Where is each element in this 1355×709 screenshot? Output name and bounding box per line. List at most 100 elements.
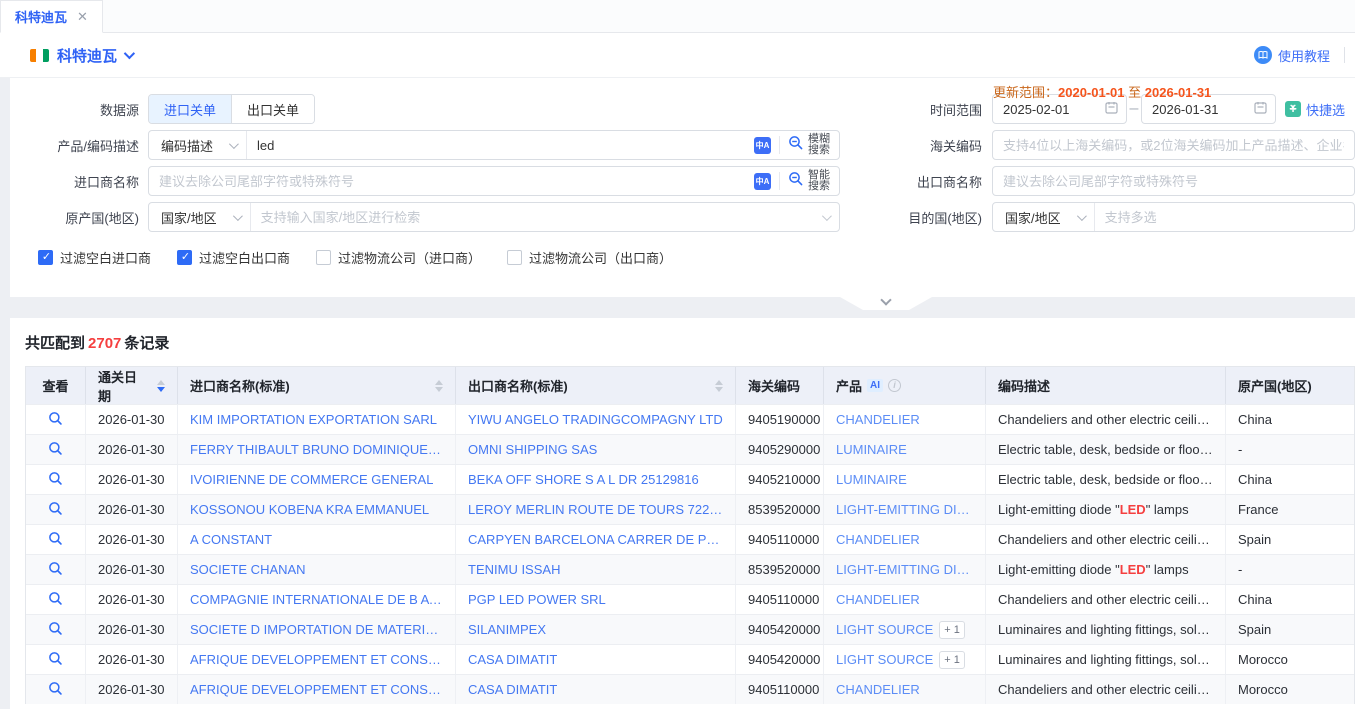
view-detail-button[interactable] [48, 621, 63, 639]
origin-type-select[interactable]: 国家/地区 [149, 203, 251, 231]
sort-icons-date[interactable] [157, 380, 165, 392]
importer-link[interactable]: AFRIQUE DEVELOPPEMENT ET CONSTRUCT... [190, 682, 443, 697]
collapse-filters-handle[interactable] [840, 297, 932, 310]
translate-icon[interactable]: 中A [754, 137, 771, 154]
view-detail-button[interactable] [48, 531, 63, 549]
exporter-input[interactable] [992, 166, 1355, 196]
product-link[interactable]: LIGHT SOURCE [836, 652, 933, 667]
sort-icons-importer[interactable] [435, 380, 443, 392]
checkbox-filter-logistics-exporter[interactable]: 过滤物流公司（出口商） [507, 248, 672, 267]
view-detail-button[interactable] [48, 651, 63, 669]
table-row: 2026-01-30 AFRIQUE DEVELOPPEMENT ET CONS… [26, 644, 1354, 674]
view-detail-button[interactable] [48, 561, 63, 579]
importer-link[interactable]: A CONSTANT [190, 532, 272, 547]
close-icon[interactable]: ✕ [77, 9, 88, 25]
product-link[interactable]: CHANDELIER [836, 412, 920, 427]
exporter-link[interactable]: LEROY MERLIN ROUTE DE TOURS 72230 M [468, 502, 723, 517]
importer-link[interactable]: KOSSONOU KOBENA KRA EMMANUEL [190, 502, 429, 517]
exporter-link[interactable]: PGP LED POWER SRL [468, 592, 606, 607]
translate-icon[interactable]: 中A [754, 173, 771, 190]
table-row: 2026-01-30 SOCIETE D IMPORTATION DE MATE… [26, 614, 1354, 644]
importer-link[interactable]: SOCIETE CHANAN [190, 562, 306, 577]
importer-link[interactable]: IVOIRIENNE DE COMMERCE GENERAL [190, 472, 433, 487]
quick-select-button[interactable]: 快捷选 [1285, 100, 1345, 119]
exporter-link[interactable]: CASA DIMATIT [468, 682, 557, 697]
product-link[interactable]: CHANDELIER [836, 532, 920, 547]
hs-code-label: 海关编码 [840, 136, 992, 155]
product-link[interactable]: CHANDELIER [836, 592, 920, 607]
view-detail-button[interactable] [48, 501, 63, 519]
origin-country-value: - [1238, 442, 1242, 457]
view-detail-button[interactable] [48, 591, 63, 609]
results-count: 2707 [85, 335, 124, 352]
hs-code-value: 9405290000 [748, 442, 820, 457]
hs-code-input[interactable] [992, 130, 1355, 160]
product-link[interactable]: LUMINAIRE [836, 472, 907, 487]
product-link[interactable]: LUMINAIRE [836, 442, 907, 457]
importer-link[interactable]: SOCIETE D IMPORTATION DE MATERIAUX E... [190, 622, 443, 637]
checkbox-icon[interactable] [316, 250, 331, 265]
destination-type-select[interactable]: 国家/地区 [993, 203, 1095, 231]
col-header-view: 查看 [26, 367, 86, 404]
checkbox-filter-blank-importer[interactable]: 过滤空白进口商 [38, 248, 151, 267]
product-desc-label: 产品/编码描述 [10, 136, 148, 155]
exporter-link[interactable]: CASA DIMATIT [468, 652, 557, 667]
view-detail-button[interactable] [48, 441, 63, 459]
checkbox-icon[interactable] [177, 250, 192, 265]
app-header: 科特迪瓦 使用教程 [0, 33, 1355, 78]
calendar-icon [1254, 101, 1267, 117]
importer-input[interactable] [149, 174, 754, 189]
product-link[interactable]: LIGHT-EMITTING DIODE [836, 502, 973, 517]
checkbox-filter-logistics-importer[interactable]: 过滤物流公司（进口商） [316, 248, 481, 267]
checkbox-icon[interactable] [507, 250, 522, 265]
cote-divoire-flag-icon [30, 49, 49, 62]
table-row: 2026-01-30 KOSSONOU KOBENA KRA EMMANUEL … [26, 494, 1354, 524]
exporter-link[interactable]: CARPYEN BARCELONA CARRER DE PERE IV [468, 532, 723, 547]
tab-cote-divoire[interactable]: 科特迪瓦 ✕ [0, 0, 103, 33]
exporter-label: 出口商名称 [840, 172, 992, 191]
hs-code-value: 8539520000 [748, 562, 820, 577]
chevron-down-icon [822, 211, 832, 221]
exporter-link[interactable]: YIWU ANGELO TRADINGCOMPAGNY LTD [468, 412, 723, 427]
sort-icons-exporter[interactable] [715, 380, 723, 392]
ai-badge: AI [867, 379, 883, 392]
destination-input[interactable] [1095, 210, 1354, 225]
importer-link[interactable]: COMPAGNIE INTERNATIONALE DE B A T E R [190, 592, 443, 607]
exporter-link[interactable]: SILANIMPEX [468, 622, 546, 637]
product-extra-badge[interactable]: + 1 [939, 651, 965, 669]
info-icon[interactable]: i [888, 379, 901, 392]
exporter-link[interactable]: BEKA OFF SHORE S A L DR 25129816 [468, 472, 699, 487]
importer-link[interactable]: KIM IMPORTATION EXPORTATION SARL [190, 412, 437, 427]
toggle-export-declarations[interactable]: 出口关单 [231, 95, 314, 123]
product-desc-type-select[interactable]: 编码描述 [149, 131, 247, 159]
checkbox-icon[interactable] [38, 250, 53, 265]
product-extra-badge[interactable]: + 1 [939, 621, 965, 639]
product-desc-input[interactable] [247, 138, 754, 153]
origin-country-value: China [1238, 472, 1272, 487]
product-link[interactable]: LIGHT SOURCE [836, 622, 933, 637]
product-link[interactable]: CHANDELIER [836, 682, 920, 697]
toggle-import-declarations[interactable]: 进口关单 [149, 95, 231, 123]
exporter-link[interactable]: TENIMU ISSAH [468, 562, 560, 577]
exporter-link[interactable]: OMNI SHIPPING SAS [468, 442, 597, 457]
tutorial-label: 使用教程 [1278, 46, 1330, 65]
view-detail-button[interactable] [48, 681, 63, 699]
code-description: Chandeliers and other electric ceiling..… [998, 412, 1213, 427]
product-link[interactable]: LIGHT-EMITTING DIODE [836, 562, 973, 577]
importer-link[interactable]: AFRIQUE DEVELOPPEMENT ET CONSTRUCT... [190, 652, 443, 667]
tutorial-button[interactable]: 使用教程 [1254, 46, 1330, 65]
view-detail-button[interactable] [48, 471, 63, 489]
checkbox-filter-blank-exporter[interactable]: 过滤空白出口商 [177, 248, 290, 267]
fuzzy-search-button[interactable]: 模糊搜索 [788, 134, 839, 156]
results-panel: 共匹配到2707条记录 查看 通关日期 进口商名称(标准) 出口商名称(标准) … [10, 318, 1355, 709]
smart-search-button[interactable]: 智能搜索 [788, 170, 839, 192]
origin-country-value: - [1238, 562, 1242, 577]
destination-label: 目的国(地区) [840, 208, 992, 227]
clearance-date: 2026-01-30 [98, 412, 165, 427]
filter-checkbox-group: 过滤空白进口商 过滤空白出口商 过滤物流公司（进口商） 过滤物流公司（出口商） [38, 248, 1355, 266]
chevron-down-icon[interactable] [124, 48, 135, 59]
view-detail-button[interactable] [48, 411, 63, 429]
table-row: 2026-01-30 SOCIETE CHANAN TENIMU ISSAH 8… [26, 554, 1354, 584]
origin-country-input[interactable] [251, 210, 822, 225]
importer-link[interactable]: FERRY THIBAULT BRUNO DOMINIQUE THO... [190, 442, 443, 457]
